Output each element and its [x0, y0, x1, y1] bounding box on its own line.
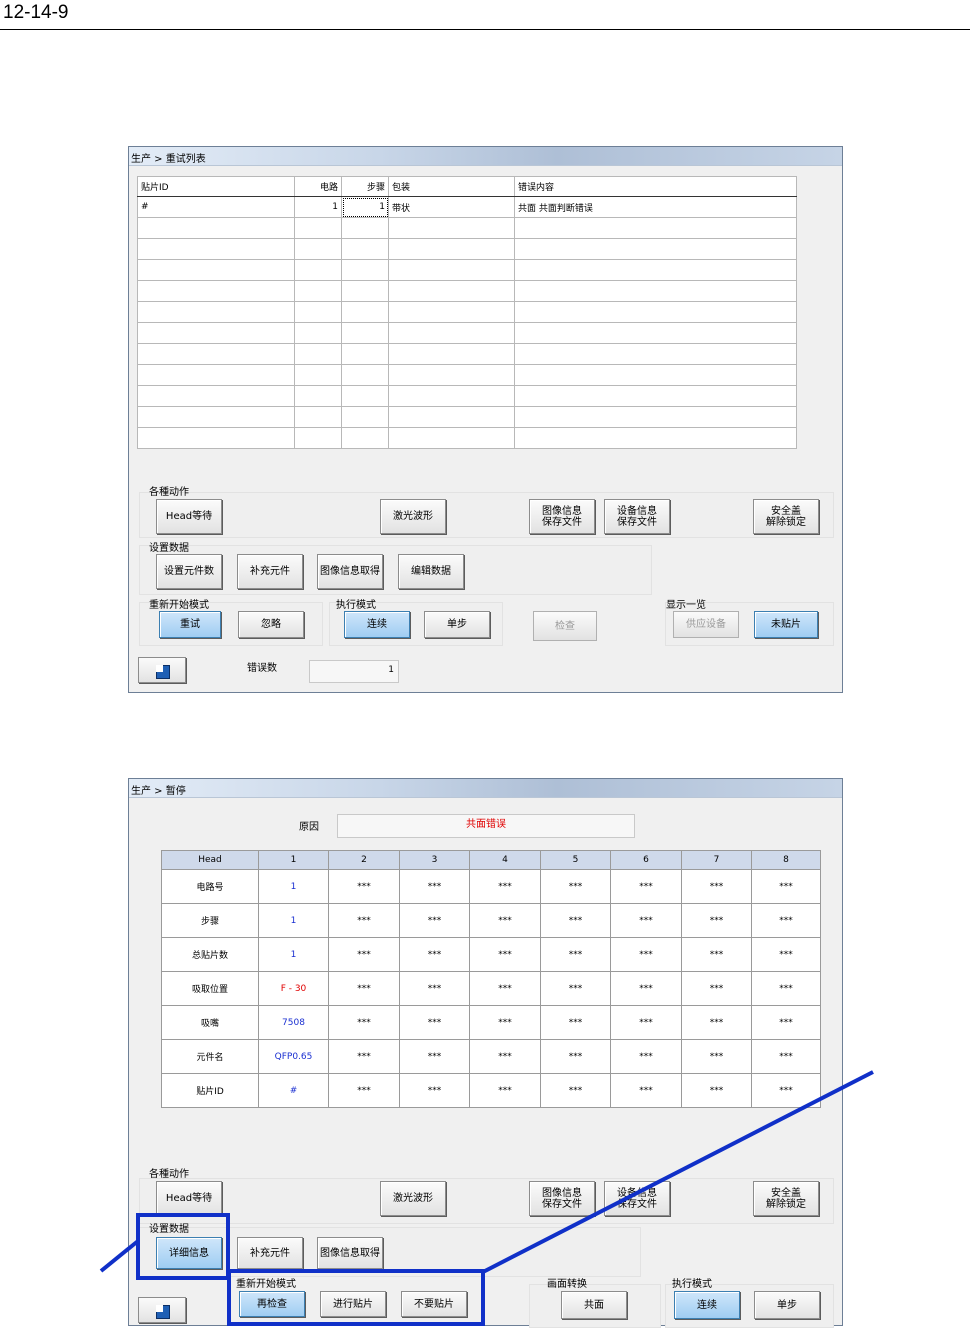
callout-line-right: [482, 1070, 874, 1274]
callout-lines: [99, 1070, 874, 1274]
highlight-box-setup: [136, 1213, 230, 1280]
callout-line-left: [99, 1239, 140, 1273]
highlight-box-restart: [227, 1269, 485, 1326]
